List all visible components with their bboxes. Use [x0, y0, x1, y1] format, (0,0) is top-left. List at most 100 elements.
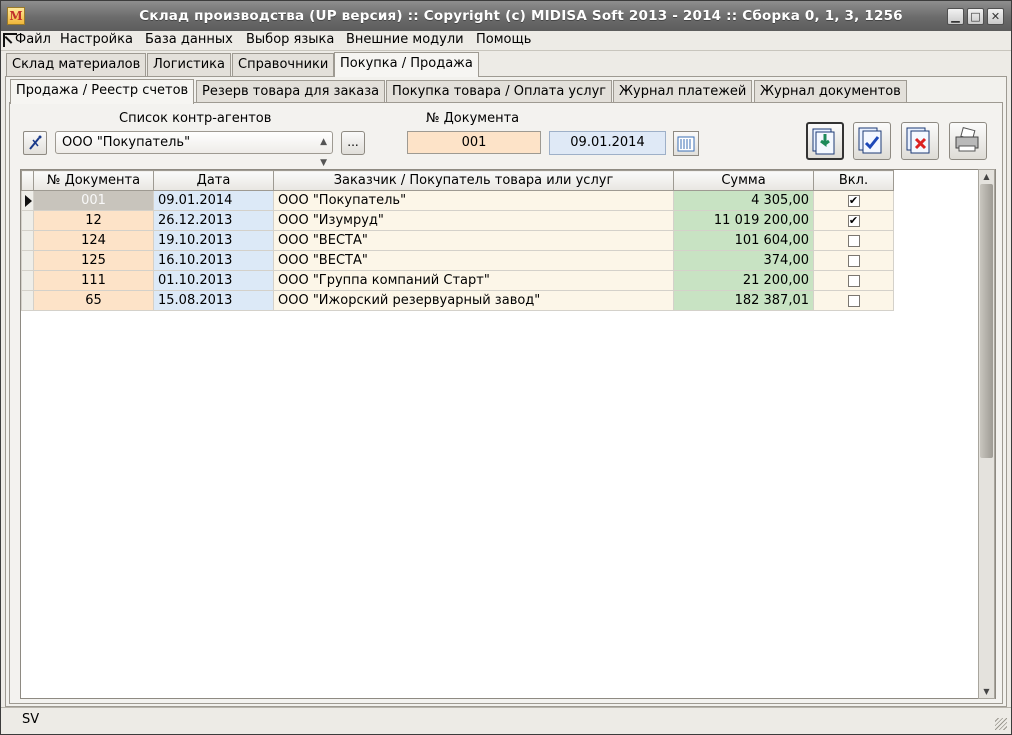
tab-logistics[interactable]: Логистика — [147, 53, 231, 76]
table-row[interactable]: 111 01.10.2013 ООО "Группа компаний Старт"… — [21, 270, 894, 291]
tab-references[interactable]: Справочники — [232, 53, 335, 76]
cell-customer[interactable]: ООО "Ижорский резервуарный завод" — [273, 290, 674, 311]
menu-language[interactable]: Выбор языка — [246, 32, 334, 47]
menu-database[interactable]: База данных — [145, 32, 233, 47]
current-row-arrow-icon — [25, 195, 32, 207]
menu-settings[interactable]: Настройка — [60, 32, 133, 47]
cell-sum[interactable]: 101 604,00 — [673, 230, 814, 251]
cell-sum[interactable]: 374,00 — [673, 250, 814, 271]
filter-button[interactable] — [23, 131, 47, 155]
delete-document-button[interactable] — [901, 122, 939, 160]
tab-purchase-sale[interactable]: Покупка / Продажа — [334, 52, 479, 77]
title-bar[interactable]: M Склад производства (UP версия) :: Copy… — [1, 1, 1011, 31]
header-doc-number[interactable]: № Документа — [33, 170, 154, 191]
contractor-select-value: ООО "Покупатель" — [62, 135, 191, 150]
app-window: M Склад производства (UP версия) :: Copy… — [0, 0, 1012, 735]
cell-included: ✔ — [813, 190, 894, 211]
print-button[interactable] — [949, 122, 987, 160]
cell-included — [813, 290, 894, 311]
menu-modules[interactable]: Внешние модули — [346, 32, 464, 47]
calendar-button[interactable] — [673, 131, 699, 156]
row-indicator[interactable] — [21, 250, 34, 271]
document-download-icon — [812, 128, 835, 155]
cell-date[interactable]: 26.12.2013 — [153, 210, 274, 231]
scroll-down-icon[interactable]: ▼ — [979, 685, 994, 698]
table-row[interactable]: 125 16.10.2013 ООО "ВЕСТА" 374,00 — [21, 250, 894, 271]
cell-included: ✔ — [813, 210, 894, 231]
printer-icon — [955, 126, 979, 152]
cell-sum[interactable]: 21 200,00 — [673, 270, 814, 291]
cell-customer[interactable]: ООО "Покупатель" — [273, 190, 674, 211]
table-row[interactable]: 12 26.12.2013 ООО "Изумруд" 11 019 200,00 ✔ — [21, 210, 894, 231]
cell-doc-number[interactable]: 125 — [33, 250, 154, 271]
cell-sum[interactable]: 11 019 200,00 — [673, 210, 814, 231]
cell-date[interactable]: 15.08.2013 — [153, 290, 274, 311]
approve-document-button[interactable] — [853, 122, 891, 160]
cell-customer[interactable]: ООО "Группа компаний Старт" — [273, 270, 674, 291]
maximize-button[interactable]: □ — [967, 8, 984, 25]
calendar-icon — [677, 136, 695, 152]
row-indicator[interactable] — [21, 270, 34, 291]
cell-customer[interactable]: ООО "ВЕСТА" — [273, 250, 674, 271]
resize-grip-icon[interactable] — [995, 718, 1007, 730]
cell-doc-number[interactable]: 12 — [33, 210, 154, 231]
invoice-grid[interactable]: № Документа Дата Заказчик / Покупатель т… — [20, 169, 996, 699]
contractors-label: Список контр-агентов — [119, 111, 272, 126]
scroll-thumb[interactable] — [980, 184, 993, 458]
docnum-input[interactable]: 001 — [407, 131, 541, 154]
status-text: SV — [22, 712, 40, 727]
row-indicator[interactable] — [21, 190, 34, 211]
header-customer[interactable]: Заказчик / Покупатель товара или услуг — [273, 170, 674, 191]
menu-bar: Файл Настройка База данных Выбор языка В… — [1, 31, 1011, 51]
header-date[interactable]: Дата — [153, 170, 274, 191]
tab-purchase-services[interactable]: Покупка товара / Оплата услуг — [386, 80, 613, 103]
cell-date[interactable]: 01.10.2013 — [153, 270, 274, 291]
cell-included — [813, 250, 894, 271]
status-bar: SV — [1, 707, 1011, 734]
cell-date[interactable]: 16.10.2013 — [153, 250, 274, 271]
cell-doc-number[interactable]: 65 — [33, 290, 154, 311]
contractor-select[interactable]: ООО "Покупатель" ▲ ▼ — [55, 131, 333, 168]
menu-help[interactable]: Помощь — [476, 32, 531, 47]
tab-sales-invoice-register[interactable]: Продажа / Реестр счетов — [10, 79, 195, 104]
included-checkbox[interactable] — [847, 254, 860, 267]
header-included[interactable]: Вкл. — [813, 170, 894, 191]
tab-materials-warehouse[interactable]: Склад материалов — [6, 53, 147, 76]
included-checkbox[interactable]: ✔ — [847, 194, 860, 207]
cell-sum[interactable]: 182 387,01 — [673, 290, 814, 311]
date-input[interactable]: 09.01.2014 — [549, 131, 666, 155]
header-sum[interactable]: Сумма — [673, 170, 814, 191]
table-row[interactable]: 124 19.10.2013 ООО "ВЕСТА" 101 604,00 — [21, 230, 894, 251]
chevron-updown-icon: ▲ ▼ — [320, 137, 327, 168]
cell-date[interactable]: 09.01.2014 — [153, 190, 274, 211]
tab-documents-journal[interactable]: Журнал документов — [754, 80, 907, 103]
cell-customer[interactable]: ООО "ВЕСТА" — [273, 230, 674, 251]
minimize-button[interactable]: ▁ — [947, 8, 964, 25]
close-button[interactable]: ✕ — [987, 8, 1004, 25]
window-title: Склад производства (UP версия) :: Copyri… — [139, 8, 903, 24]
cell-customer[interactable]: ООО "Изумруд" — [273, 210, 674, 231]
document-delete-icon — [906, 127, 930, 154]
row-indicator[interactable] — [21, 230, 34, 251]
tab-payments-journal[interactable]: Журнал платежей — [613, 80, 753, 103]
cell-doc-number[interactable]: 001 — [33, 190, 154, 211]
included-checkbox[interactable] — [847, 274, 860, 287]
vertical-scrollbar[interactable]: ▲ ▼ — [978, 169, 995, 699]
menu-file[interactable]: Файл — [15, 32, 51, 47]
tab-order-reserve[interactable]: Резерв товара для заказа — [196, 80, 386, 103]
document-check-icon — [858, 127, 882, 154]
table-row[interactable]: 001 09.01.2014 ООО "Покупатель" 4 305,00 ✔ — [21, 190, 894, 211]
table-row[interactable]: 65 15.08.2013 ООО "Ижорский резервуарный з… — [21, 290, 894, 311]
import-document-button[interactable] — [806, 122, 844, 160]
cell-doc-number[interactable]: 124 — [33, 230, 154, 251]
cell-doc-number[interactable]: 111 — [33, 270, 154, 291]
scroll-up-icon[interactable]: ▲ — [979, 170, 994, 183]
included-checkbox[interactable] — [847, 234, 860, 247]
cell-date[interactable]: 19.10.2013 — [153, 230, 274, 251]
browse-contractors-button[interactable]: ... — [341, 131, 365, 155]
included-checkbox[interactable] — [847, 294, 860, 307]
cell-sum[interactable]: 4 305,00 — [673, 190, 814, 211]
row-indicator[interactable] — [21, 290, 34, 311]
row-indicator[interactable] — [21, 210, 34, 231]
included-checkbox[interactable]: ✔ — [847, 214, 860, 227]
